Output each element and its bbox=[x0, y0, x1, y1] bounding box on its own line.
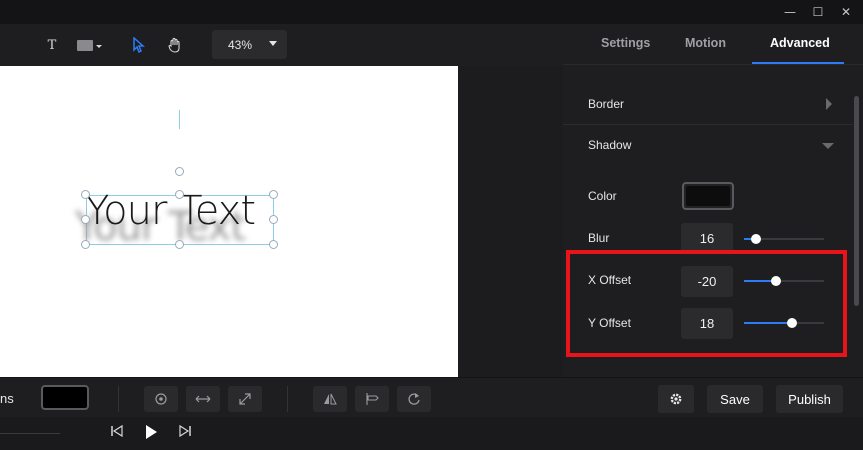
fit-width-icon[interactable] bbox=[186, 386, 220, 412]
save-button[interactable]: Save bbox=[707, 385, 763, 413]
select-pointer-icon[interactable] bbox=[128, 32, 148, 58]
tab-motion[interactable]: Motion bbox=[685, 36, 726, 50]
color-fill bbox=[686, 186, 730, 206]
maximize-button[interactable]: ☐ bbox=[808, 2, 828, 22]
divider bbox=[118, 386, 119, 412]
resize-handle-bottom-right[interactable] bbox=[269, 240, 278, 249]
zoom-value: 43% bbox=[228, 37, 253, 52]
skip-back-icon[interactable] bbox=[110, 424, 124, 441]
slider-knob[interactable] bbox=[751, 234, 761, 244]
hand-pan-icon[interactable] bbox=[165, 32, 185, 58]
annotation-highlight-box bbox=[566, 250, 847, 357]
flip-icon[interactable] bbox=[313, 386, 347, 412]
playback-bar bbox=[0, 417, 863, 450]
skip-forward-icon[interactable] bbox=[178, 424, 192, 441]
canvas-area: Your Text Your Text bbox=[0, 66, 563, 377]
shadow-section[interactable]: Shadow bbox=[563, 125, 853, 165]
resize-handle-bottom[interactable] bbox=[175, 240, 184, 249]
text-object[interactable]: Your Text Your Text bbox=[75, 188, 274, 250]
rotate-icon[interactable] bbox=[397, 386, 431, 412]
expand-icon[interactable] bbox=[228, 386, 262, 412]
settings-gear-icon[interactable] bbox=[658, 385, 694, 413]
title-bar: — ☐ ✕ bbox=[0, 0, 863, 24]
divider bbox=[287, 386, 288, 412]
rotate-handle[interactable] bbox=[175, 167, 184, 176]
border-section[interactable]: Border bbox=[563, 84, 853, 124]
minimize-button[interactable]: — bbox=[780, 2, 800, 22]
resize-handle-right[interactable] bbox=[269, 215, 278, 224]
resize-handle-left[interactable] bbox=[81, 215, 90, 224]
tab-advanced[interactable]: Advanced bbox=[770, 36, 830, 50]
border-label: Border bbox=[588, 97, 625, 111]
background-color-swatch[interactable] bbox=[41, 385, 89, 410]
chevron-down-icon bbox=[822, 143, 834, 149]
text-tool-icon[interactable]: T bbox=[44, 32, 60, 58]
target-icon[interactable] bbox=[144, 386, 178, 412]
zoom-dropdown[interactable]: 43% bbox=[212, 30, 287, 59]
resize-handle-top-right[interactable] bbox=[269, 190, 278, 199]
align-icon[interactable] bbox=[355, 386, 389, 412]
timeline-track[interactable] bbox=[0, 433, 60, 434]
color-label: Color bbox=[588, 189, 617, 203]
resize-handle-bottom-left[interactable] bbox=[81, 240, 90, 249]
rotation-line bbox=[179, 110, 180, 129]
rectangle-icon bbox=[77, 40, 102, 51]
blur-slider[interactable] bbox=[744, 234, 824, 244]
animations-label[interactable]: ns bbox=[0, 391, 14, 406]
publish-button[interactable]: Publish bbox=[776, 385, 843, 413]
panel-tabs: Settings Motion Advanced bbox=[563, 24, 863, 65]
canvas[interactable]: Your Text Your Text bbox=[0, 66, 458, 377]
panel-scrollbar[interactable] bbox=[854, 96, 859, 306]
chevron-right-icon bbox=[826, 98, 832, 110]
shape-tool-button[interactable] bbox=[74, 32, 106, 58]
blur-label: Blur bbox=[588, 231, 610, 245]
close-button[interactable]: ✕ bbox=[836, 2, 856, 22]
chevron-down-icon bbox=[269, 41, 277, 46]
shadow-color-swatch[interactable] bbox=[682, 182, 734, 210]
active-tab-indicator bbox=[752, 62, 844, 64]
bottom-toolbar: ns Save Publish bbox=[0, 377, 863, 417]
play-icon[interactable] bbox=[144, 424, 158, 443]
resize-handle-top[interactable] bbox=[175, 190, 184, 199]
canvas-text: Your Text bbox=[85, 188, 256, 234]
resize-handle-top-left[interactable] bbox=[81, 190, 90, 199]
tab-settings[interactable]: Settings bbox=[601, 36, 650, 50]
shadow-label: Shadow bbox=[588, 138, 632, 152]
